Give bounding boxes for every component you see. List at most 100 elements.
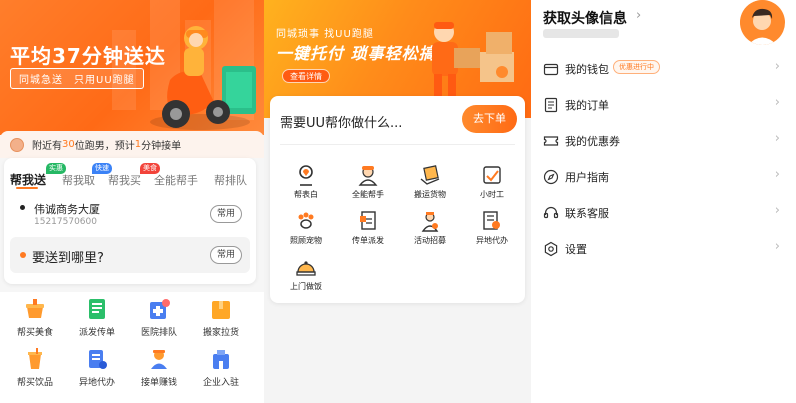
- event-recruit-icon: [419, 210, 441, 232]
- compass-icon: [543, 169, 559, 185]
- promo-banner[interactable]: 平均37分钟送达 同城急送 只用UU跑腿: [0, 0, 264, 135]
- tab-queue-for-me[interactable]: 帮排队: [214, 172, 247, 188]
- menu-customer-service[interactable]: 联系客服 ›: [531, 195, 796, 231]
- enterprise-icon: [210, 348, 232, 370]
- banner-subtitle: 同城急送 只用UU跑腿: [10, 68, 144, 89]
- menu-label: 我的优惠券: [565, 135, 620, 148]
- menu-wallet[interactable]: 我的钱包 优惠进行中 ›: [531, 51, 796, 87]
- flyer-icon: [86, 298, 108, 320]
- nearby-riders-notice: 附近有 30 位跑男，预计 1 分钟接单: [0, 131, 264, 158]
- errand-question: 需要UU帮你做什么...: [280, 116, 403, 131]
- errand-screen-panel: 同城琐事 找UU跑腿 一键托付 琐事轻松搞定 查看详情 需要UU帮你做什么...…: [264, 0, 531, 403]
- service-remote-errand-2[interactable]: 异地代办: [462, 210, 522, 246]
- service-earn-money[interactable]: 接单赚钱: [128, 348, 190, 388]
- menu-label: 联系客服: [565, 207, 609, 220]
- food-icon: [24, 298, 46, 320]
- hourly-worker-icon: [481, 164, 503, 186]
- notice-prefix: 附近有: [32, 141, 62, 152]
- rider-count: 30: [62, 139, 75, 150]
- menu-label: 我的钱包: [565, 63, 609, 76]
- notice-mid: 位跑男，预计: [74, 141, 135, 152]
- confess-icon: [295, 164, 317, 186]
- chevron-right-icon: ›: [774, 203, 780, 218]
- chevron-right-icon: ›: [774, 239, 780, 254]
- menu-orders[interactable]: 我的订单 ›: [531, 87, 796, 123]
- service-label: 帮买美食: [16, 328, 53, 338]
- service-label: 帮买饮品: [16, 378, 53, 388]
- tab-help-pickup[interactable]: 帮我取: [62, 172, 95, 188]
- profile-screen-panel: 获取头像信息 › 我的钱包 优惠进行中 › 我的订单 › 我的优惠券 › 用户指…: [531, 0, 796, 403]
- service-hourly-worker[interactable]: 小时工: [462, 164, 522, 200]
- service-label: 派发传单: [78, 328, 115, 338]
- service-confess[interactable]: 帮表白: [276, 164, 336, 200]
- service-label: 全能帮手: [352, 190, 384, 199]
- tab-all-round-helper[interactable]: 全能帮手: [154, 172, 198, 188]
- service-flyer-distribute[interactable]: 传单派发: [338, 210, 398, 246]
- remote-errand-icon: [86, 348, 108, 370]
- order-icon: [544, 97, 558, 113]
- errand-banner-small: 同城琐事 找UU跑腿: [276, 29, 374, 40]
- destination-placeholder: 要送到哪里?: [32, 251, 104, 266]
- home-screen-panel: 平均37分钟送达 同城急送 只用UU跑腿 附近有 30 位跑男，预计 1 分钟接…: [0, 0, 264, 403]
- profile-title[interactable]: 获取头像信息: [543, 8, 627, 28]
- rider-avatar-icon: [10, 137, 24, 152]
- courier-illustration: [432, 22, 514, 98]
- pickup-dot-icon: [20, 205, 25, 210]
- service-home-cooking[interactable]: 上门做饭: [276, 256, 336, 292]
- service-pet-care[interactable]: 照顾宠物: [276, 210, 336, 246]
- service-help-buy-drinks[interactable]: 帮买饮品: [4, 348, 66, 388]
- service-label: 帮表白: [294, 190, 318, 199]
- service-enterprise-join[interactable]: 企业入驻: [190, 348, 252, 388]
- menu-user-guide[interactable]: 用户指南 ›: [531, 159, 796, 195]
- service-label: 医院排队: [140, 328, 177, 338]
- errand-card: 需要UU帮你做什么... 去下单 帮表白 全能帮手 搬运货物 小时工 照顾宠物 …: [270, 96, 525, 303]
- tab-help-send[interactable]: 帮我送: [10, 171, 46, 188]
- place-order-button[interactable]: 去下单: [462, 105, 517, 133]
- menu-settings[interactable]: 设置 ›: [531, 231, 796, 267]
- divider: [280, 144, 515, 145]
- chevron-right-icon: ›: [774, 95, 780, 110]
- service-label: 活动招募: [414, 236, 446, 245]
- hospital-icon: [148, 298, 170, 320]
- home-cooking-icon: [295, 256, 317, 278]
- order-card: 实惠 快速 美食 帮我送 帮我取 帮我买 全能帮手 帮排队 伟诚商务大厦 152…: [4, 158, 256, 284]
- avatar[interactable]: [740, 0, 785, 45]
- pet-care-icon: [295, 210, 317, 232]
- remote-errand-icon: [481, 210, 503, 232]
- chevron-right-icon: ›: [636, 8, 642, 23]
- promo-badge: 优惠进行中: [613, 60, 660, 74]
- delivery-rider-illustration: [150, 26, 256, 130]
- active-tab-indicator: [16, 187, 38, 189]
- menu-label: 设置: [565, 243, 587, 256]
- all-round-helper-icon: [357, 164, 379, 186]
- service-label: 企业入驻: [202, 378, 239, 388]
- chevron-right-icon: ›: [774, 59, 780, 74]
- service-all-round-helper[interactable]: 全能帮手: [338, 164, 398, 200]
- pickup-common-button[interactable]: 常用: [210, 205, 242, 223]
- menu-coupons[interactable]: 我的优惠券 ›: [531, 123, 796, 159]
- tab-help-buy[interactable]: 帮我买: [108, 172, 141, 188]
- service-remote-errand[interactable]: 异地代办: [66, 348, 128, 388]
- notice-suffix: 分钟接单: [141, 141, 182, 152]
- pickup-address[interactable]: 伟诚商务大厦 15217570600 常用: [10, 198, 250, 234]
- service-label: 上门做饭: [290, 282, 322, 291]
- service-carry-goods[interactable]: 搬运货物: [400, 164, 460, 200]
- destination-common-button[interactable]: 常用: [210, 246, 242, 264]
- service-distribute-flyers[interactable]: 派发传单: [66, 298, 128, 338]
- service-label: 搬运货物: [414, 190, 446, 199]
- settings-icon: [544, 241, 558, 257]
- service-moving[interactable]: 搬家拉货: [190, 298, 252, 338]
- wallet-icon: [543, 63, 559, 76]
- pickup-phone: 15217570600: [34, 217, 97, 227]
- earn-money-icon: [148, 348, 170, 370]
- service-event-recruit[interactable]: 活动招募: [400, 210, 460, 246]
- service-help-buy-food[interactable]: 帮买美食: [4, 298, 66, 338]
- destination-field[interactable]: 要送到哪里? 常用: [10, 237, 250, 273]
- view-details-button[interactable]: 查看详情: [282, 69, 330, 83]
- service-label: 异地代办: [78, 378, 115, 388]
- service-tabs: 实惠 快速 美食 帮我送 帮我取 帮我买 全能帮手 帮排队: [4, 158, 256, 189]
- service-hospital-queue[interactable]: 医院排队: [128, 298, 190, 338]
- chevron-right-icon: ›: [774, 131, 780, 146]
- headset-icon: [543, 206, 559, 219]
- menu-label: 我的订单: [565, 99, 609, 112]
